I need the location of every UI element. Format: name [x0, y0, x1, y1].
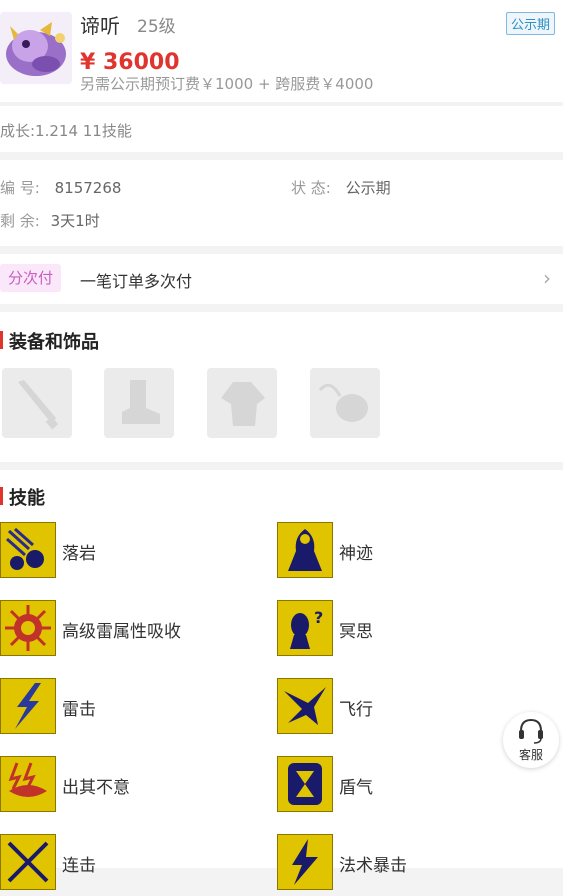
- info-section: 编 号: 8157268 状 态: 公示期 剩 余: 3天1时: [0, 160, 563, 246]
- spell-crit-icon: [277, 834, 333, 890]
- skill-item[interactable]: 法术暴击: [277, 834, 537, 896]
- pet-level: 25级: [137, 17, 176, 37]
- armor-icon: [221, 382, 265, 426]
- weapon-icon: [18, 380, 59, 430]
- skills-title: 技能: [0, 484, 45, 510]
- boots-slot[interactable]: [104, 368, 174, 438]
- headset-icon: [519, 718, 543, 744]
- id-value: 8157268: [54, 179, 122, 197]
- equipment-section: 装备和饰品: [0, 312, 563, 462]
- skill-item[interactable]: 雷击: [0, 678, 260, 740]
- price: ¥ 36000: [80, 50, 180, 75]
- skill-item[interactable]: ? 冥思: [277, 600, 537, 662]
- skill-name: 法术暴击: [339, 856, 407, 876]
- growth-text: 成长:1.214 11技能: [0, 122, 132, 140]
- status-label: 状 态:: [291, 179, 331, 197]
- thunder-absorb-icon: [0, 600, 56, 656]
- skill-name: 神迹: [339, 544, 373, 564]
- skill-item[interactable]: 连击: [0, 834, 260, 896]
- combo-icon: [0, 834, 56, 890]
- skill-item[interactable]: 出其不意: [0, 756, 260, 818]
- shield-qi-icon: [277, 756, 333, 812]
- svg-text:?: ?: [314, 608, 323, 627]
- necklace-slot[interactable]: [310, 368, 380, 438]
- chevron-right-icon: ›: [543, 266, 551, 290]
- miracle-icon: [277, 522, 333, 578]
- customer-service-button[interactable]: 客服: [503, 712, 559, 768]
- boots-icon: [122, 380, 160, 424]
- remain-label: 剩 余:: [0, 212, 40, 230]
- skill-name: 落岩: [62, 544, 96, 564]
- surprise-icon: [0, 756, 56, 812]
- pet-avatar[interactable]: [0, 12, 72, 84]
- remain-value: 3天1时: [50, 212, 100, 230]
- armor-slot[interactable]: [207, 368, 277, 438]
- remain-row: 剩 余: 3天1时: [0, 210, 100, 231]
- status-value: 公示期: [345, 179, 391, 197]
- installment-text: 一笔订单多次付: [80, 272, 193, 291]
- skill-item[interactable]: 盾气: [277, 756, 537, 818]
- id-row: 编 号: 8157268: [0, 177, 121, 198]
- skill-item[interactable]: 飞行: [277, 678, 537, 740]
- id-label: 编 号:: [0, 179, 40, 197]
- skill-name: 冥思: [339, 622, 373, 642]
- skill-name: 出其不意: [62, 778, 130, 798]
- skill-name: 盾气: [339, 778, 373, 798]
- falling-rock-icon: [0, 522, 56, 578]
- skill-item[interactable]: 高级雷属性吸收: [0, 600, 260, 662]
- pet-name: 谛听: [80, 14, 120, 38]
- extra-fee: 另需公示期预订费￥1000 + 跨服费￥4000: [80, 75, 374, 93]
- installment-tag: 分次付: [0, 264, 62, 292]
- necklace-icon: [318, 383, 368, 422]
- status-badge: 公示期: [505, 12, 555, 35]
- flight-icon: [277, 678, 333, 734]
- skill-item[interactable]: 落岩: [0, 522, 260, 584]
- skill-item[interactable]: 神迹: [277, 522, 537, 584]
- weapon-slot[interactable]: [2, 368, 72, 438]
- growth-row: 成长:1.214 11技能: [0, 106, 563, 152]
- skill-name: 高级雷属性吸收: [62, 622, 181, 642]
- skill-name: 雷击: [62, 700, 96, 720]
- skill-name: 飞行: [339, 700, 373, 720]
- listing-header: 谛听 25级 公示期 ¥ 36000 另需公示期预订费￥1000 + 跨服费￥4…: [0, 0, 563, 102]
- skill-name: 连击: [62, 856, 96, 876]
- installment-row[interactable]: 分次付 一笔订单多次付 ›: [0, 254, 563, 304]
- meditation-icon: ?: [277, 600, 333, 656]
- status-row: 状 态: 公示期: [291, 177, 391, 198]
- skills-section: 技能 落岩 神迹 高级雷属性吸收 ? 冥思 雷击 飞行 出其不意 盾气 连击 法…: [0, 470, 563, 890]
- customer-service-label: 客服: [518, 748, 543, 762]
- equipment-title: 装备和饰品: [0, 328, 99, 354]
- lightning-icon: [0, 678, 56, 734]
